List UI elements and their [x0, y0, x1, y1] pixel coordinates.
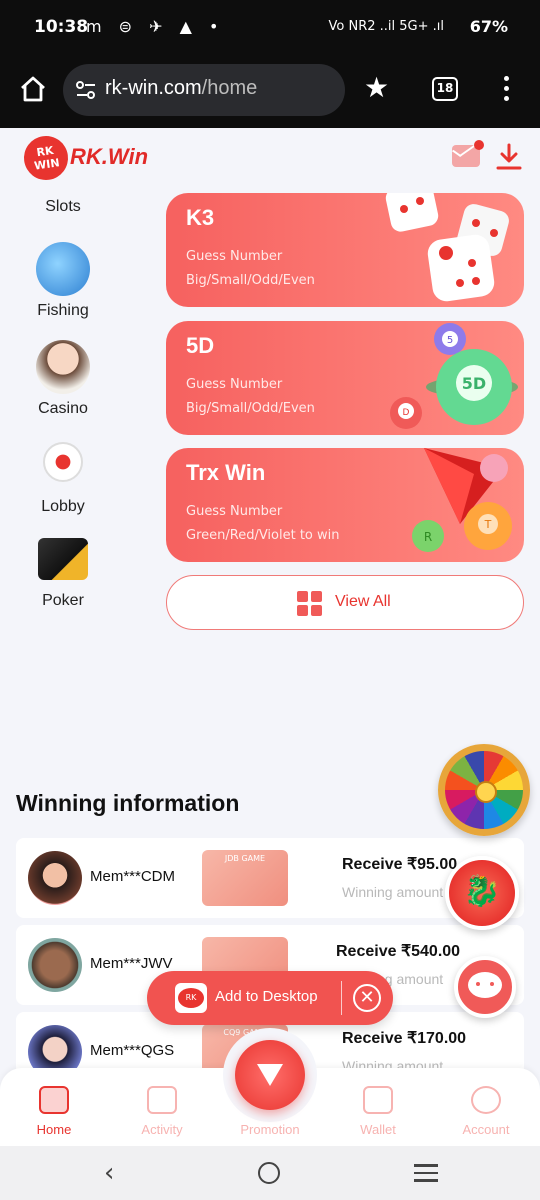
logo-text: RK.Win: [70, 144, 149, 169]
address-bar[interactable]: rk-win.com/home: [63, 64, 345, 116]
game-card-5d[interactable]: 5D Guess Number Big/Small/Odd/Even 5 5D …: [166, 321, 524, 435]
browser-toolbar: rk-win.com/home ★ 18: [0, 56, 540, 128]
category-label: Fishing: [37, 302, 89, 319]
game-title: 5D: [186, 333, 215, 358]
url-domain: rk-win.com: [105, 77, 202, 99]
unread-dot: [474, 140, 484, 150]
nav-label: Promotion: [240, 1122, 300, 1137]
diamond-icon: [235, 1040, 305, 1110]
game-desc-line2: Green/Red/Violet to win: [186, 528, 340, 543]
receive-amount: Receive ₹95.00: [342, 856, 458, 873]
member-name: Mem***JWV: [90, 955, 173, 972]
category-label: Slots: [45, 198, 81, 215]
game-desc-line2: Big/Small/Odd/Even: [186, 401, 315, 416]
nav-account[interactable]: Account: [446, 1086, 526, 1137]
tab-switcher-button[interactable]: 18: [432, 77, 458, 101]
category-slots[interactable]: Slots: [14, 198, 112, 216]
receive-amount: Receive ₹170.00: [342, 1030, 467, 1047]
avatar: [28, 938, 82, 992]
member-name: Mem***CDM: [90, 868, 176, 885]
trx-icon: R T: [412, 448, 512, 552]
category-fishing[interactable]: Fishing: [14, 242, 112, 320]
game-card-trx-win[interactable]: Trx Win Guess Number Green/Red/Violet to…: [166, 448, 524, 562]
bookmark-star-icon[interactable]: ★: [364, 74, 389, 102]
nav-wallet[interactable]: Wallet: [338, 1086, 418, 1137]
game-title: K3: [186, 205, 215, 230]
back-icon[interactable]: ‹: [104, 1158, 114, 1188]
app-header: RK WIN RK.Win: [0, 128, 540, 190]
game-title: Trx Win: [186, 460, 266, 485]
game-desc-line1: Guess Number: [186, 377, 283, 392]
receive-amount: Receive ₹540.00: [336, 943, 461, 960]
svg-text:5D: 5D: [462, 374, 486, 393]
logo-badge: RK WIN: [21, 133, 71, 183]
url-text: rk-win.com/home: [105, 77, 257, 100]
customer-service-icon[interactable]: [454, 956, 516, 1018]
home-icon: [39, 1086, 69, 1114]
app-logo-icon: [175, 983, 207, 1013]
browser-menu-icon[interactable]: [504, 76, 512, 104]
view-all-button[interactable]: View All: [166, 575, 524, 630]
grid-icon: [297, 591, 323, 617]
category-label: Casino: [38, 400, 88, 417]
avatar: [28, 851, 82, 905]
battery-level: 67%: [469, 17, 508, 36]
game-desc-line2: Big/Small/Odd/Even: [186, 273, 315, 288]
divider: [341, 981, 342, 1015]
nav-label: Account: [462, 1122, 510, 1137]
home-circle-icon[interactable]: [258, 1162, 280, 1184]
dragon-icon[interactable]: 🐉: [445, 856, 519, 930]
site-settings-icon[interactable]: [75, 80, 97, 100]
category-lobby[interactable]: Lobby: [14, 440, 112, 516]
close-icon[interactable]: ✕: [353, 984, 381, 1012]
category-label: Lobby: [41, 498, 85, 515]
download-icon[interactable]: [495, 142, 523, 172]
network-icons: Vo NR2 ..il 5G+ .ıl: [328, 19, 444, 34]
game-desc-line1: Guess Number: [186, 504, 283, 519]
game-tag: JDB GAME: [224, 854, 266, 863]
promotion-button[interactable]: [223, 1028, 317, 1122]
account-icon: [471, 1086, 501, 1114]
game-thumbnail: JDB GAME: [202, 850, 288, 906]
nav-label: Home: [36, 1122, 72, 1137]
view-all-label: View All: [335, 593, 391, 610]
svg-text:D: D: [403, 408, 410, 418]
lucky-wheel-icon[interactable]: [438, 744, 530, 836]
url-path: /home: [201, 77, 258, 99]
shark-icon: [36, 242, 90, 296]
member-name: Mem***QGS: [90, 1042, 175, 1059]
nav-label: Wallet: [360, 1122, 396, 1137]
nav-home[interactable]: Home: [14, 1086, 94, 1137]
winning-amount-label: Winning amount: [342, 884, 444, 900]
football-icon: [43, 442, 83, 482]
nav-label: Activity: [141, 1122, 183, 1137]
game-desc-line1: Guess Number: [186, 249, 283, 264]
nav-activity[interactable]: Activity: [122, 1086, 202, 1137]
category-poker[interactable]: Poker: [14, 538, 112, 610]
svg-text:T: T: [484, 518, 492, 531]
svg-text:R: R: [424, 530, 432, 544]
svg-text:5: 5: [447, 335, 453, 346]
status-bar: 10:38 m ⊜ ✈ ▲ • Vo NR2 ..il 5G+ .ıl 67%: [0, 0, 540, 56]
dealer-icon: [36, 340, 90, 394]
notification-icons: m ⊜ ✈ ▲ •: [86, 17, 225, 36]
category-label: Poker: [42, 592, 84, 609]
browser-home-icon[interactable]: [18, 74, 48, 104]
gift-icon: [147, 1086, 177, 1114]
system-navigation-bar: ‹: [0, 1146, 540, 1200]
recents-icon[interactable]: [414, 1164, 438, 1182]
lottery-ball-icon: 5 5D D: [390, 323, 518, 429]
add-to-desktop-label: Add to Desktop: [215, 988, 318, 1005]
wallet-icon: [363, 1086, 393, 1114]
status-time: 10:38: [34, 17, 89, 37]
cards-icon: [38, 538, 88, 580]
dice-icon: [385, 193, 509, 302]
category-casino[interactable]: Casino: [14, 340, 112, 418]
add-to-desktop-banner[interactable]: Add to Desktop ✕: [147, 971, 393, 1025]
game-card-k3[interactable]: K3 Guess Number Big/Small/Odd/Even: [166, 193, 524, 307]
winning-info-title: Winning information: [16, 790, 240, 816]
